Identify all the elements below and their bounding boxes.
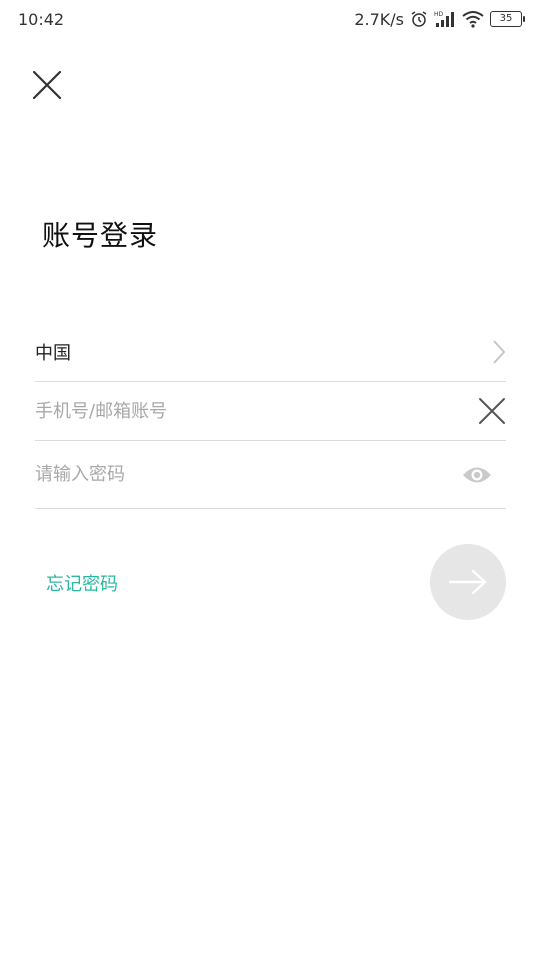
wifi-icon bbox=[462, 11, 484, 28]
network-speed: 2.7K/s bbox=[354, 9, 404, 29]
battery-icon: 35 bbox=[490, 11, 525, 27]
chevron-right-icon bbox=[493, 339, 506, 364]
toggle-password-visibility[interactable] bbox=[462, 464, 492, 486]
status-bar: 10:42 2.7K/s HD 35 bbox=[0, 0, 540, 38]
page-title: 账号登录 bbox=[42, 219, 159, 252]
status-time: 10:42 bbox=[18, 9, 65, 29]
submit-button[interactable] bbox=[430, 544, 506, 620]
arrow-right-icon bbox=[448, 569, 487, 595]
status-icons: 2.7K/s HD 35 bbox=[354, 9, 525, 29]
country-label: 中国 bbox=[35, 342, 71, 364]
signal-icon: HD bbox=[434, 11, 454, 27]
phone-input[interactable] bbox=[35, 400, 435, 422]
clear-icon bbox=[479, 398, 505, 424]
password-input[interactable] bbox=[35, 464, 435, 485]
eye-icon bbox=[463, 467, 491, 482]
close-icon bbox=[33, 71, 61, 99]
password-row bbox=[35, 441, 506, 509]
forgot-password-link[interactable]: 忘记密码 bbox=[46, 570, 118, 596]
country-selector[interactable]: 中国 bbox=[35, 322, 506, 382]
signal-hd-tag: HD bbox=[434, 11, 444, 18]
alarm-icon bbox=[411, 11, 427, 27]
close-button[interactable] bbox=[26, 64, 68, 106]
clear-button[interactable] bbox=[478, 397, 506, 425]
phone-row bbox=[35, 382, 506, 441]
